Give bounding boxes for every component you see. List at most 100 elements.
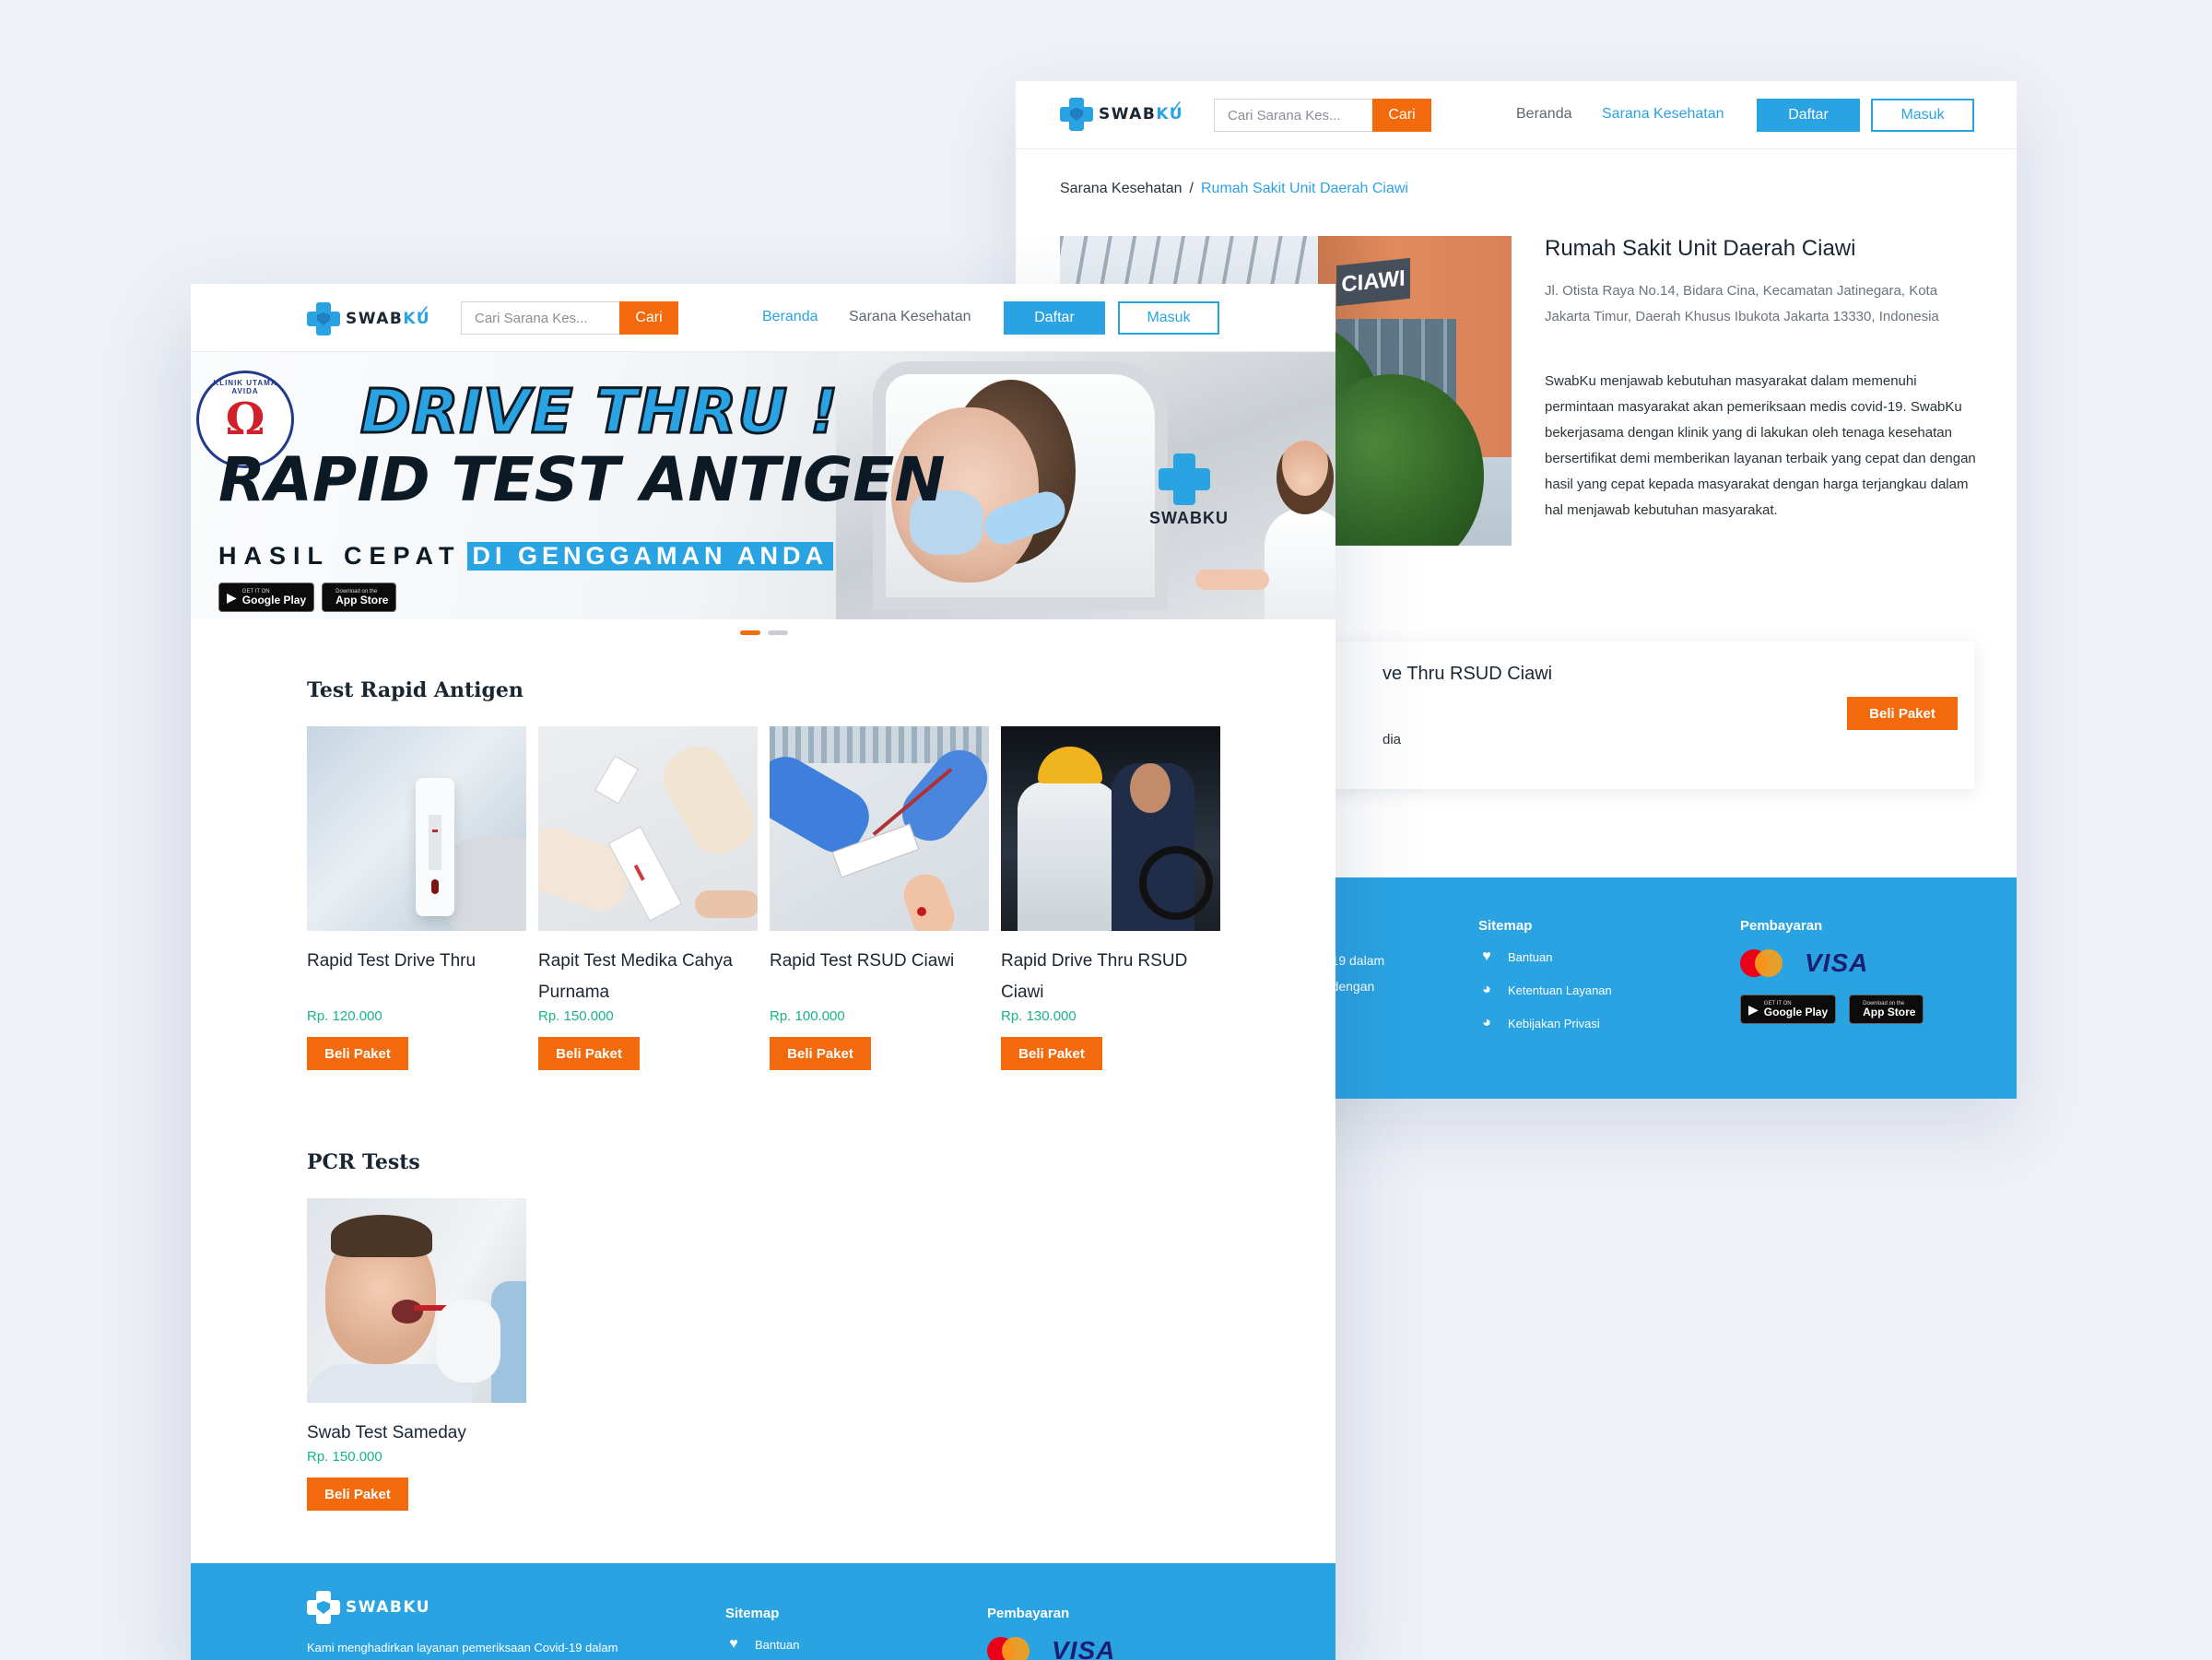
heart-icon: ♥ xyxy=(1482,948,1491,964)
masuk-button[interactable]: Masuk xyxy=(1118,301,1219,335)
product-image[interactable] xyxy=(307,726,526,931)
nav-beranda[interactable]: Beranda xyxy=(762,309,818,325)
app-store-badge[interactable]: Download on the App Store xyxy=(1849,995,1924,1024)
sitemap-item-label: Kebijakan Privasi xyxy=(1508,1016,1600,1030)
product-card[interactable]: Rapit Test Medika Cahya Purnama Rp. 150.… xyxy=(538,726,758,1070)
clinic-badge-text: KLINIK UTAMA AVIDA xyxy=(213,379,277,395)
breadcrumb-current[interactable]: Rumah Sakit Unit Daerah Ciawi xyxy=(1201,181,1408,196)
beli-paket-button[interactable]: Beli Paket xyxy=(307,1037,408,1070)
payment-title: Pembayaran xyxy=(1740,918,1823,934)
search-button[interactable]: Cari xyxy=(619,301,678,335)
product-title[interactable]: Rapid Drive Thru RSUD Ciawi xyxy=(1001,946,1220,1008)
heart-icon: ♥ xyxy=(729,1636,738,1652)
play-icon: ▶ xyxy=(1748,1001,1759,1017)
sitemap-item-privasi[interactable]: ◕ Kebijakan Privasi xyxy=(1478,1015,1612,1031)
search-input[interactable] xyxy=(1214,99,1372,132)
nav-sarana-kesehatan[interactable]: Sarana Kesehatan xyxy=(849,309,971,325)
google-play-badge[interactable]: ▶ GET IT ON Google Play xyxy=(218,583,315,612)
daftar-button[interactable]: Daftar xyxy=(1757,99,1860,132)
masuk-button[interactable]: Masuk xyxy=(1871,99,1974,132)
product-image[interactable] xyxy=(538,726,758,931)
store-name: App Store xyxy=(335,594,389,606)
product-card[interactable]: Rapid Drive Thru RSUD Ciawi Rp. 130.000 … xyxy=(1001,726,1220,1070)
product-price: Rp. 100.000 xyxy=(770,1008,845,1024)
check-icon: ✓ xyxy=(1168,96,1186,118)
hero-tagline: HASIL CEPAT DI GENGGAMAN ANDA xyxy=(218,542,834,571)
beli-paket-button[interactable]: Beli Paket xyxy=(1847,697,1958,730)
footer-tagline: Kami menghadirkan layanan pemeriksaan Co… xyxy=(307,1641,618,1654)
breadcrumb-root[interactable]: Sarana Kesehatan xyxy=(1060,181,1182,196)
carousel-dot-1[interactable] xyxy=(740,630,760,635)
hero-headline-1: DRIVE THRU ! xyxy=(359,375,840,449)
product-price: Rp. 120.000 xyxy=(307,1008,382,1024)
footer-swabku-logo[interactable]: SWABKU xyxy=(307,1591,430,1624)
carousel-dot-2[interactable] xyxy=(768,630,788,635)
sitemap-item-bantuan[interactable]: ♥ Bantuan xyxy=(1478,948,1612,965)
hero-tagline-a: HASIL CEPAT xyxy=(218,542,462,570)
store-name: Google Play xyxy=(1763,1006,1829,1018)
product-card[interactable]: Rapid Test Drive Thru Rp. 120.000 Beli P… xyxy=(307,726,526,1070)
product-image[interactable] xyxy=(307,1198,526,1403)
detail-navbar: SWABKU✓ Cari Beranda Sarana Kesehatan Da… xyxy=(1016,81,2017,149)
app-store-badge[interactable]: Download on the App Store xyxy=(322,583,397,612)
search-bar: Cari xyxy=(1214,99,1431,132)
search-button[interactable]: Cari xyxy=(1372,99,1431,132)
product-title[interactable]: Swab Test Sameday xyxy=(307,1418,526,1449)
medical-cross-icon xyxy=(1159,453,1210,505)
visa-logo: VISA xyxy=(1052,1636,1116,1660)
search-bar: Cari xyxy=(461,301,678,335)
product-title[interactable]: Rapit Test Medika Cahya Purnama xyxy=(538,946,758,1008)
product-image[interactable] xyxy=(1001,726,1220,931)
product-title[interactable]: Rapid Test RSUD Ciawi xyxy=(770,946,989,1008)
daftar-button[interactable]: Daftar xyxy=(1004,301,1105,335)
sitemap-title: Sitemap xyxy=(1478,918,1533,934)
hero-store-badges: ▶ GET IT ON Google Play Download on the App… xyxy=(218,583,397,612)
hero-tagline-b: DI GENGGAMAN ANDA xyxy=(466,542,834,571)
mastercard-logo xyxy=(987,1637,1030,1660)
beli-paket-button[interactable]: Beli Paket xyxy=(770,1037,871,1070)
medical-cross-icon xyxy=(307,1591,340,1624)
product-card[interactable]: Swab Test Sameday Rp. 150.000 Beli Paket xyxy=(307,1198,526,1511)
hero-banner[interactable]: KLINIK UTAMA AVIDA Ω DRIVE THRU ! RAPID … xyxy=(191,352,1335,619)
carousel-indicators xyxy=(740,630,788,635)
logo-wordmark: SWABKU ✓ xyxy=(1099,96,1184,124)
google-play-badge[interactable]: ▶ GET IT ON Google Play xyxy=(1740,995,1837,1024)
sitemap-item-label: Ketentuan Layanan xyxy=(1508,983,1612,997)
home-footer: SWABKU Kami menghadirkan layanan pemerik… xyxy=(191,1563,1335,1660)
sitemap-title: Sitemap xyxy=(725,1606,780,1621)
nav-beranda[interactable]: Beranda xyxy=(1516,106,1572,123)
section-title-antigen: Test Rapid Antigen xyxy=(307,678,524,702)
mastercard-logo xyxy=(1740,949,1783,977)
product-image[interactable] xyxy=(770,726,989,931)
hospital-title: Rumah Sakit Unit Daerah Ciawi xyxy=(1545,236,1856,261)
hospital-address: Jl. Otista Raya No.14, Bidara Cina, Keca… xyxy=(1545,283,1939,324)
product-title[interactable]: Rapid Test Drive Thru xyxy=(307,946,526,1008)
sitemap-item-ketentuan[interactable]: ◕ Ketentuan Layanan xyxy=(1478,982,1612,998)
package-title: ve Thru RSUD Ciawi xyxy=(1382,664,1553,684)
globe-icon: ◕ xyxy=(1482,1015,1491,1030)
swabku-logo[interactable]: SWABKU ✓ xyxy=(1060,96,1184,131)
product-card[interactable]: Rapid Test RSUD Ciawi Rp. 100.000 Beli P… xyxy=(770,726,989,1070)
nav-sarana-kesehatan[interactable]: Sarana Kesehatan xyxy=(1602,106,1724,123)
beli-paket-button[interactable]: Beli Paket xyxy=(538,1037,640,1070)
sitemap-item-label: Bantuan xyxy=(1508,949,1553,964)
sitemap-item-bantuan[interactable]: ♥ Bantuan xyxy=(725,1636,799,1653)
section-title-pcr: PCR Tests xyxy=(307,1150,420,1174)
footer-payment: Pembayaran VISA xyxy=(987,1606,1115,1660)
search-input[interactable] xyxy=(461,301,619,335)
swabku-logo[interactable]: SWABKU ✓ xyxy=(307,300,431,336)
home-navbar: SWABKU✓ Cari Beranda Sarana Kesehatan Da… xyxy=(191,284,1335,352)
check-icon: ✓ xyxy=(415,300,433,323)
beli-paket-button[interactable]: Beli Paket xyxy=(1001,1037,1102,1070)
hero-headline-2: RAPID TEST ANTIGEN xyxy=(218,444,946,515)
hero-swabku-logo: SWABKU xyxy=(1149,453,1229,528)
footer-sitemap: Sitemap ♥ Bantuan xyxy=(725,1606,799,1660)
logo-wordmark: SWABKU ✓ xyxy=(346,300,431,328)
product-price: Rp. 130.000 xyxy=(1001,1008,1077,1024)
beli-paket-button[interactable]: Beli Paket xyxy=(307,1478,408,1511)
hero-brand-text: SWABKU xyxy=(1149,509,1229,527)
medical-cross-icon xyxy=(307,302,340,336)
store-name: App Store xyxy=(1863,1006,1916,1018)
footer-tagline: vid-19 dalam est dengan xyxy=(1311,953,1385,994)
footer-payment: Pembayaran VISA ▶ GET IT ON Google Play Do… xyxy=(1740,918,1924,1024)
